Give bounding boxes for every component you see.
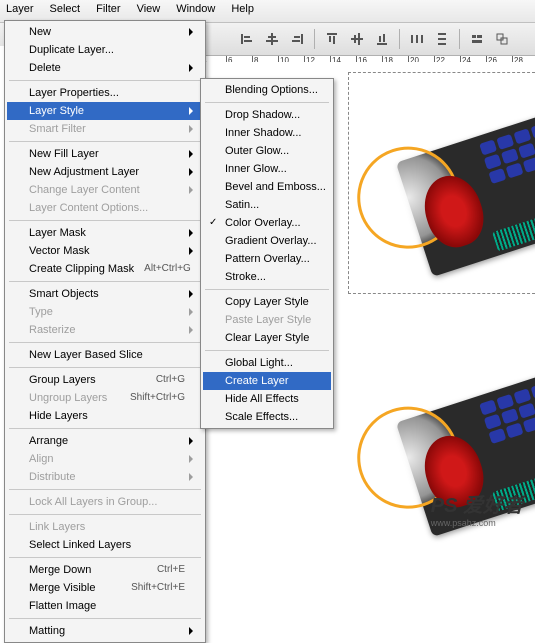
menu-item-smart-filter: Smart Filter [7, 120, 203, 138]
menu-help[interactable]: Help [229, 2, 256, 20]
menu-item-arrange[interactable]: Arrange [7, 432, 203, 450]
menu-item-align: Align [7, 450, 203, 468]
menu-item-drop-shadow[interactable]: Drop Shadow... [203, 106, 331, 124]
menu-item-vector-mask[interactable]: Vector Mask [7, 242, 203, 260]
menu-item-gradient-overlay[interactable]: Gradient Overlay... [203, 232, 331, 250]
align-right-icon[interactable] [286, 28, 308, 50]
menu-item-new-adjustment-layer[interactable]: New Adjustment Layer [7, 163, 203, 181]
menu-item-hide-layers[interactable]: Hide Layers [7, 407, 203, 425]
menu-item-copy-layer-style[interactable]: Copy Layer Style [203, 293, 331, 311]
menu-item-merge-visible[interactable]: Merge VisibleShift+Ctrl+E [7, 579, 203, 597]
menu-item-new[interactable]: New [7, 23, 203, 41]
layer-style-submenu[interactable]: Blending Options... Drop Shadow...Inner S… [200, 78, 334, 429]
menu-item-blending-options[interactable]: Blending Options... [203, 81, 331, 99]
menu-item-create-layer[interactable]: Create Layer [203, 372, 331, 390]
menu-item-new-fill-layer[interactable]: New Fill Layer [7, 145, 203, 163]
menu-item-link-layers: Link Layers [7, 518, 203, 536]
menu-item-matting[interactable]: Matting [7, 622, 203, 640]
menu-item-group-layers[interactable]: Group LayersCtrl+G [7, 371, 203, 389]
menu-item-smart-objects[interactable]: Smart Objects [7, 285, 203, 303]
menu-item-scale-effects[interactable]: Scale Effects... [203, 408, 331, 426]
dist-v-icon[interactable] [431, 28, 453, 50]
menu-item-duplicate-layer[interactable]: Duplicate Layer... [7, 41, 203, 59]
menu-item-new-layer-based-slice[interactable]: New Layer Based Slice [7, 346, 203, 364]
menu-item-rasterize: Rasterize [7, 321, 203, 339]
menu-filter[interactable]: Filter [94, 2, 122, 20]
menu-item-layer-content-options: Layer Content Options... [7, 199, 203, 217]
menu-item-global-light[interactable]: Global Light... [203, 354, 331, 372]
menu-item-select-linked-layers[interactable]: Select Linked Layers [7, 536, 203, 554]
menu-item-bevel-and-emboss[interactable]: Bevel and Emboss... [203, 178, 331, 196]
menu-item-layer-mask[interactable]: Layer Mask [7, 224, 203, 242]
watermark: PS 爱好者 www.psahz.com [431, 489, 523, 528]
menu-item-lock-all-layers-in-group: Lock All Layers in Group... [7, 493, 203, 511]
menu-item-change-layer-content: Change Layer Content [7, 181, 203, 199]
menu-window[interactable]: Window [174, 2, 217, 20]
menu-item-delete[interactable]: Delete [7, 59, 203, 77]
menu-item-paste-layer-style: Paste Layer Style [203, 311, 331, 329]
align-top-icon[interactable] [321, 28, 343, 50]
menu-item-satin[interactable]: Satin... [203, 196, 331, 214]
menu-item-flatten-image[interactable]: Flatten Image [7, 597, 203, 615]
menu-item-inner-shadow[interactable]: Inner Shadow... [203, 124, 331, 142]
menu-select[interactable]: Select [48, 2, 83, 20]
menu-item-type: Type [7, 303, 203, 321]
auto-align-icon[interactable] [466, 28, 488, 50]
menu-item-inner-glow[interactable]: Inner Glow... [203, 160, 331, 178]
auto-blend-icon[interactable] [491, 28, 513, 50]
menu-item-merge-down[interactable]: Merge DownCtrl+E [7, 561, 203, 579]
align-bottom-icon[interactable] [371, 28, 393, 50]
menu-view[interactable]: View [135, 2, 163, 20]
menu-item-distribute: Distribute [7, 468, 203, 486]
menu-item-clear-layer-style[interactable]: Clear Layer Style [203, 329, 331, 347]
align-vcenter-icon[interactable] [346, 28, 368, 50]
align-hcenter-icon[interactable] [261, 28, 283, 50]
menu-item-ungroup-layers: Ungroup LayersShift+Ctrl+G [7, 389, 203, 407]
menu-item-create-clipping-mask[interactable]: Create Clipping MaskAlt+Ctrl+G [7, 260, 203, 278]
layer-menu[interactable]: NewDuplicate Layer...Delete Layer Propert… [4, 20, 206, 643]
menu-item-pattern-overlay[interactable]: Pattern Overlay... [203, 250, 331, 268]
menu-layer[interactable]: Layer [4, 2, 36, 20]
menu-item-stroke[interactable]: Stroke... [203, 268, 331, 286]
menu-item-outer-glow[interactable]: Outer Glow... [203, 142, 331, 160]
align-left-icon[interactable] [236, 28, 258, 50]
menu-item-layer-style[interactable]: Layer Style [7, 102, 203, 120]
dist-h-icon[interactable] [406, 28, 428, 50]
menu-item-hide-all-effects[interactable]: Hide All Effects [203, 390, 331, 408]
menu-item-layer-properties[interactable]: Layer Properties... [7, 84, 203, 102]
menu-item-color-overlay[interactable]: Color Overlay... [203, 214, 331, 232]
